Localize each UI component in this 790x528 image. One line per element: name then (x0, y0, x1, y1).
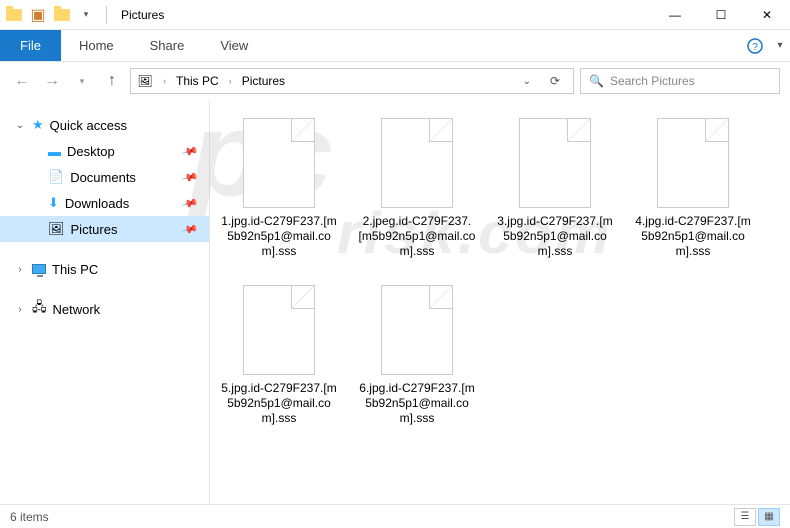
tab-home[interactable]: Home (61, 30, 132, 61)
file-icon (381, 118, 453, 208)
body: ⌄ ★ Quick access ▬ Desktop 📌 📄 Documents… (0, 100, 790, 504)
sidebar-item-network[interactable]: › 🖧 Network (0, 296, 209, 322)
file-item[interactable]: 2.jpeg.id-C279F237.[m5b92n5p1@mail.com].… (358, 118, 476, 259)
sidebar-item-desktop[interactable]: ▬ Desktop 📌 (0, 138, 209, 164)
quick-access-group: ⌄ ★ Quick access ▬ Desktop 📌 📄 Documents… (0, 112, 209, 242)
breadcrumb-thispc[interactable]: This PC (176, 74, 219, 88)
minimize-button[interactable]: — (652, 0, 698, 30)
file-icon (243, 285, 315, 375)
star-icon: ★ (32, 117, 44, 133)
properties-icon[interactable]: ▣ (30, 7, 46, 23)
pictures-icon: 🖼 (48, 221, 65, 237)
sidebar-item-label: Desktop (67, 144, 115, 159)
file-label: 3.jpg.id-C279F237.[m5b92n5p1@mail.com].s… (496, 214, 614, 259)
chevron-right-icon[interactable]: › (14, 304, 26, 315)
quick-access-header[interactable]: ⌄ ★ Quick access (0, 112, 209, 138)
separator (106, 6, 107, 24)
location-icon: 🖼 (137, 73, 153, 89)
forward-button[interactable]: → (40, 69, 64, 93)
window-controls: — ☐ ✕ (652, 0, 790, 30)
search-icon: 🔍 (589, 74, 604, 88)
file-item[interactable]: 4.jpg.id-C279F237.[m5b92n5p1@mail.com].s… (634, 118, 752, 259)
file-icon (519, 118, 591, 208)
address-dropdown-icon[interactable]: ⌄ (517, 76, 537, 87)
pin-icon: 📌 (181, 142, 199, 160)
svg-text:?: ? (752, 42, 758, 53)
sidebar-item-label: Downloads (65, 196, 129, 211)
thispc-icon (32, 262, 46, 277)
maximize-button[interactable]: ☐ (698, 0, 744, 30)
address-bar[interactable]: 🖼 › This PC › Pictures ⌄ ⟳ (130, 68, 574, 94)
file-label: 4.jpg.id-C279F237.[m5b92n5p1@mail.com].s… (634, 214, 752, 259)
icons-view-button[interactable]: ▦ (758, 508, 780, 526)
pin-icon: 📌 (181, 194, 199, 212)
chevron-right-icon[interactable]: › (163, 76, 166, 86)
quick-access-toolbar: ▣ ▾ (0, 7, 100, 23)
sidebar-item-label: Network (53, 302, 101, 317)
file-icon (381, 285, 453, 375)
ribbon-expand-icon[interactable]: ▾ (770, 30, 790, 61)
file-item[interactable]: 1.jpg.id-C279F237.[m5b92n5p1@mail.com].s… (220, 118, 338, 259)
ribbon: File Home Share View ? ▾ (0, 30, 790, 62)
back-button[interactable]: ← (10, 69, 34, 93)
search-placeholder: Search Pictures (610, 74, 695, 88)
downloads-icon: ⬇ (48, 195, 59, 211)
file-grid: 1.jpg.id-C279F237.[m5b92n5p1@mail.com].s… (220, 118, 780, 426)
app-icon (6, 7, 22, 23)
recent-dropdown[interactable]: ▾ (70, 69, 94, 93)
item-count: 6 items (10, 510, 49, 524)
chevron-right-icon[interactable]: › (229, 76, 232, 86)
up-button[interactable]: ↑ (100, 69, 124, 93)
search-input[interactable]: 🔍 Search Pictures (580, 68, 780, 94)
chevron-right-icon[interactable]: › (14, 264, 26, 275)
window-title: Pictures (121, 8, 164, 22)
title-bar: ▣ ▾ Pictures — ☐ ✕ (0, 0, 790, 30)
sidebar-item-downloads[interactable]: ⬇ Downloads 📌 (0, 190, 209, 216)
quick-access-label: Quick access (50, 118, 127, 133)
help-button[interactable]: ? (740, 30, 770, 61)
close-button[interactable]: ✕ (744, 0, 790, 30)
sidebar-item-label: Pictures (71, 222, 118, 237)
pin-icon: 📌 (181, 168, 199, 186)
sidebar-item-documents[interactable]: 📄 Documents 📌 (0, 164, 209, 190)
tab-view[interactable]: View (202, 30, 266, 61)
content-pane[interactable]: 1.jpg.id-C279F237.[m5b92n5p1@mail.com].s… (210, 100, 790, 504)
sidebar-item-label: Documents (70, 170, 136, 185)
chevron-down-icon[interactable]: ⌄ (14, 120, 26, 131)
view-toggle: ☰ ▦ (734, 508, 780, 526)
file-tab[interactable]: File (0, 30, 61, 61)
file-label: 6.jpg.id-C279F237.[m5b92n5p1@mail.com].s… (358, 381, 476, 426)
tab-share[interactable]: Share (132, 30, 203, 61)
sidebar-item-thispc[interactable]: › This PC (0, 256, 209, 282)
address-row: ← → ▾ ↑ 🖼 › This PC › Pictures ⌄ ⟳ 🔍 Sea… (0, 62, 790, 100)
desktop-icon: ▬ (48, 144, 61, 159)
pin-icon: 📌 (181, 220, 199, 238)
new-folder-icon[interactable] (54, 7, 70, 23)
file-label: 2.jpeg.id-C279F237.[m5b92n5p1@mail.com].… (358, 214, 476, 259)
refresh-button[interactable]: ⟳ (543, 74, 567, 88)
file-label: 5.jpg.id-C279F237.[m5b92n5p1@mail.com].s… (220, 381, 338, 426)
navigation-pane: ⌄ ★ Quick access ▬ Desktop 📌 📄 Documents… (0, 100, 210, 504)
file-item[interactable]: 5.jpg.id-C279F237.[m5b92n5p1@mail.com].s… (220, 285, 338, 426)
qat-dropdown-icon[interactable]: ▾ (78, 7, 94, 23)
file-item[interactable]: 3.jpg.id-C279F237.[m5b92n5p1@mail.com].s… (496, 118, 614, 259)
sidebar-item-pictures[interactable]: 🖼 Pictures 📌 (0, 216, 209, 242)
breadcrumb-pictures[interactable]: Pictures (242, 74, 285, 88)
details-view-button[interactable]: ☰ (734, 508, 756, 526)
network-icon: 🖧 (32, 298, 47, 320)
documents-icon: 📄 (48, 169, 64, 185)
sidebar-item-label: This PC (52, 262, 98, 277)
file-icon (243, 118, 315, 208)
help-icon: ? (747, 38, 763, 54)
status-bar: 6 items ☰ ▦ (0, 504, 790, 528)
file-label: 1.jpg.id-C279F237.[m5b92n5p1@mail.com].s… (220, 214, 338, 259)
file-item[interactable]: 6.jpg.id-C279F237.[m5b92n5p1@mail.com].s… (358, 285, 476, 426)
file-icon (657, 118, 729, 208)
